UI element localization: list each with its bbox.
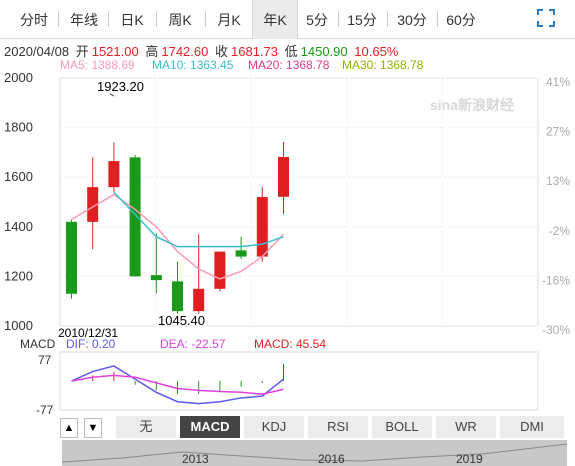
indicator-none[interactable]: 无: [116, 416, 177, 438]
price-tick-label: 1000: [4, 318, 33, 333]
price-tick-label: 1600: [4, 169, 33, 184]
pct-tick-label: 27%: [546, 125, 570, 139]
indicator-wr[interactable]: WR: [436, 416, 497, 438]
candle-body: [193, 288, 205, 312]
year-label: 2016: [318, 452, 345, 466]
pct-tick-label: -2%: [549, 224, 571, 238]
macd-top-label: 77: [38, 353, 52, 367]
sina-watermark: sina新浪财经: [430, 97, 514, 113]
max-price-label: 1923.20: [97, 79, 144, 94]
kline-chart[interactable]: sina新浪财经 2000 1800 1600 1400 1200 1000 41% 27% 1…: [0, 0, 575, 466]
price-tick-label: 2000: [4, 70, 33, 85]
price-tick-label: 1800: [4, 120, 33, 135]
candle-body: [214, 251, 226, 289]
pct-tick-label: -16%: [542, 273, 570, 287]
indicator-boll[interactable]: BOLL: [372, 416, 433, 438]
indicator-dmi[interactable]: DMI: [500, 416, 565, 438]
year-label: 2013: [182, 452, 209, 466]
macd-frame: [59, 351, 539, 411]
pct-tick-label: -30%: [542, 323, 570, 337]
indicator-rsi[interactable]: RSI: [308, 416, 369, 438]
scroll-left-button[interactable]: ▲: [60, 418, 78, 438]
min-price-label: 1045.40: [158, 313, 205, 328]
candle-body: [108, 161, 120, 188]
max-pointer: [109, 93, 115, 97]
macd-value-label: MACD: 45.54: [254, 337, 327, 351]
candle-body: [150, 275, 162, 281]
scroll-right-button[interactable]: ▼: [84, 418, 102, 438]
dif-label: DIF: 0.20: [66, 337, 116, 351]
candle-body: [278, 156, 289, 197]
macd-bottom-label: -77: [36, 403, 54, 417]
macd-label: MACD: [20, 337, 56, 351]
timeline-scrollbar[interactable]: [62, 440, 567, 466]
candle-body: [172, 281, 183, 312]
indicator-kdj[interactable]: KDJ: [244, 416, 305, 438]
year-label: 2019: [456, 452, 483, 466]
pct-tick-label: 13%: [546, 174, 570, 188]
price-tick-label: 1200: [4, 268, 33, 283]
dea-label: DEA: -22.57: [160, 337, 226, 351]
timeline-mini-line: [62, 443, 567, 463]
candle-body: [235, 250, 247, 257]
pct-tick-label: 41%: [546, 75, 570, 89]
candle-body: [129, 157, 141, 277]
candle-body: [256, 197, 268, 257]
price-tick-label: 1400: [4, 219, 33, 234]
indicator-macd[interactable]: MACD: [180, 416, 241, 438]
candle-body: [66, 221, 77, 294]
